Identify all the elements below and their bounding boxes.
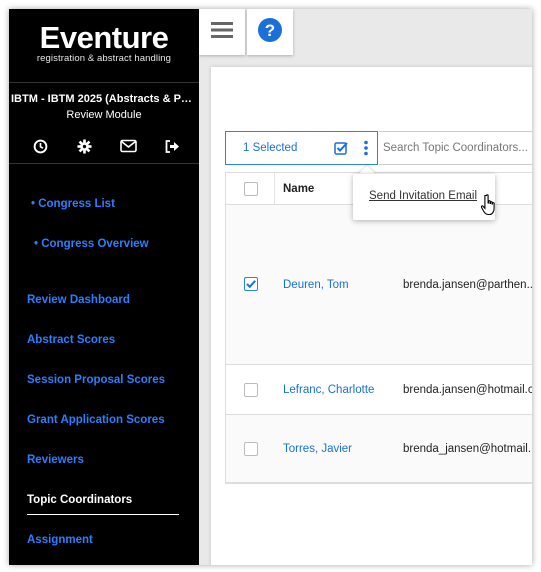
clock-icon[interactable] <box>31 137 49 155</box>
search-input[interactable]: Search Topic Coordinators... <box>379 131 532 165</box>
column-header-name[interactable]: Name <box>283 183 314 195</box>
row-email: brenda_jansen@hotmail. <box>403 443 532 455</box>
logo-subtitle: registration & abstract handling <box>36 53 172 64</box>
row-checkbox[interactable] <box>244 442 258 456</box>
table-row[interactable]: Torres, Javier brenda_jansen@hotmail. <box>226 415 532 483</box>
row-checkbox[interactable] <box>244 277 258 291</box>
hand-cursor-icon <box>480 194 498 221</box>
sidebar-item-abstract-scores[interactable]: Abstract Scores <box>27 334 115 346</box>
congress-name: IBTM - IBTM 2025 (Abstracts & Par... <box>11 93 199 105</box>
hamburger-icon <box>211 21 233 44</box>
sidebar-item-grant-application-scores[interactable]: Grant Application Scores <box>27 414 165 426</box>
sign-out-icon[interactable] <box>163 137 181 155</box>
more-options-icon[interactable] <box>364 140 368 161</box>
envelope-icon[interactable] <box>119 137 137 155</box>
logo-title: Eventure <box>39 20 169 55</box>
row-name-link[interactable]: Deuren, Tom <box>283 279 349 291</box>
app-window: Eventure registration & abstract handlin… <box>9 9 532 565</box>
row-name-link[interactable]: Torres, Javier <box>283 443 352 455</box>
column-divider <box>274 173 275 204</box>
sidebar-item-session-proposal-scores[interactable]: Session Proposal Scores <box>27 374 165 386</box>
selected-count: 1 Selected <box>243 142 298 154</box>
divider <box>9 163 199 164</box>
svg-text:?: ? <box>265 21 275 40</box>
row-name-link[interactable]: Lefranc, Charlotte <box>283 384 374 396</box>
content-panel: 1 Selected Search Topic Coordinators... … <box>211 67 532 565</box>
sidebar-item-topic-coordinators[interactable]: Topic Coordinators <box>27 494 132 506</box>
sidebar-item-reviewers[interactable]: Reviewers <box>27 454 84 466</box>
help-button[interactable]: ? <box>247 9 293 55</box>
sidebar-item-congress-overview[interactable]: • Congress Overview <box>34 238 149 250</box>
sidebar-item-review-dashboard[interactable]: Review Dashboard <box>27 294 130 306</box>
select-all-checkbox[interactable] <box>244 182 258 196</box>
table-row[interactable]: Deuren, Tom brenda.jansen@parthen... <box>226 205 532 365</box>
select-all-checkbox-icon[interactable] <box>334 141 348 160</box>
sidebar-item-congress-list[interactable]: • Congress List <box>31 198 115 210</box>
sidebar-icon-row <box>31 137 181 155</box>
table-row[interactable]: Lefranc, Charlotte brenda.jansen@hotmail… <box>226 365 532 415</box>
row-email: brenda.jansen@hotmail.c <box>403 384 532 396</box>
row-checkbox[interactable] <box>244 383 258 397</box>
actions-dropdown: Send Invitation Email <box>353 174 495 220</box>
active-indicator <box>27 514 179 515</box>
row-email: brenda.jansen@parthen... <box>403 279 532 291</box>
send-invitation-email-item[interactable]: Send Invitation Email <box>369 190 477 202</box>
sidebar: Eventure registration & abstract handlin… <box>9 9 199 565</box>
divider <box>9 82 199 83</box>
module-name: Review Module <box>66 109 142 121</box>
menu-button[interactable] <box>199 9 245 55</box>
sidebar-item-assignment[interactable]: Assignment <box>27 534 93 546</box>
checkmark-icon <box>246 280 256 289</box>
gear-icon[interactable] <box>75 137 93 155</box>
selection-toolbar: 1 Selected <box>225 131 378 165</box>
logo: Eventure registration & abstract handlin… <box>9 20 199 65</box>
help-icon: ? <box>257 17 283 48</box>
